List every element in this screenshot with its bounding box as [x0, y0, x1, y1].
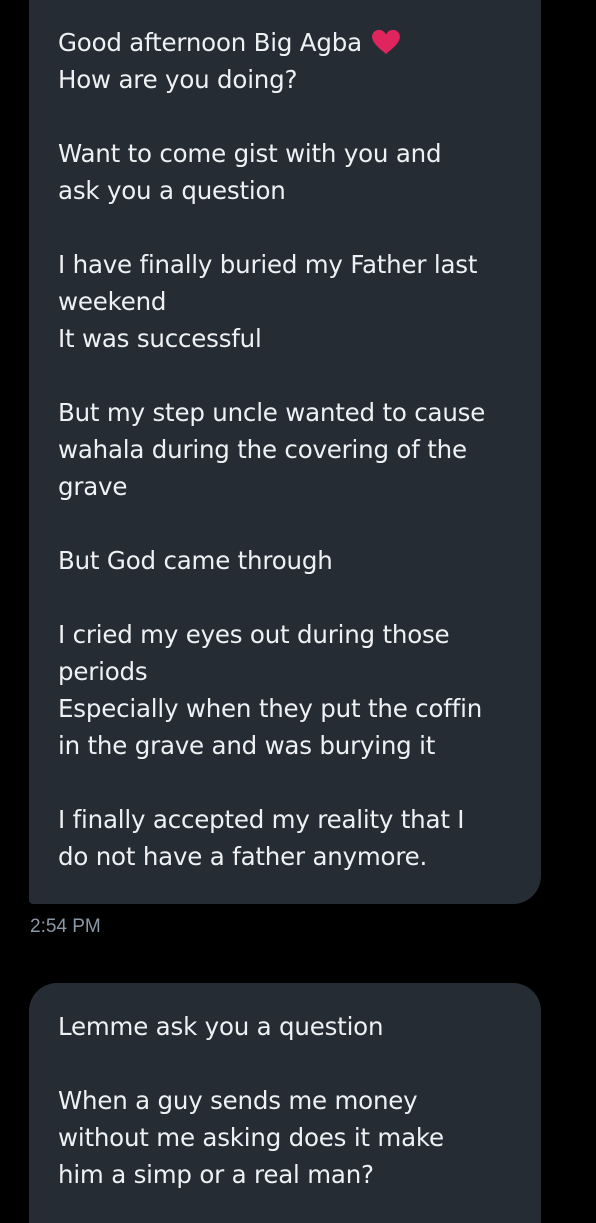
heart-icon [372, 29, 401, 55]
message-line [58, 505, 511, 542]
message-line: without me asking does it make [58, 1123, 444, 1152]
message-line: I cried my eyes out during those [58, 620, 450, 649]
message-line: grave [58, 472, 128, 501]
message-line: Lemme ask you a question [58, 1012, 384, 1041]
message-line: It was successful [58, 324, 262, 353]
message-line [58, 98, 511, 135]
message-line: wahala during the covering of the [58, 435, 467, 464]
message-line: Especially when they put the coffin [58, 694, 483, 723]
message-line: do not have a father anymore. [58, 842, 428, 871]
message-line [58, 209, 511, 246]
message-line: I have finally buried my Father last [58, 250, 478, 279]
message-line: ask you a question [58, 176, 286, 205]
message-line [58, 579, 511, 616]
message-line [58, 357, 511, 394]
message-line [58, 764, 511, 801]
message-line: I finally accepted my reality that I [58, 805, 465, 834]
message-line: him a simp or a real man? [58, 1160, 374, 1189]
message-line: Want to come gist with you and [58, 139, 442, 168]
message-line: Good afternoon Big Agba [58, 24, 511, 61]
message-bubble[interactable]: Good afternoon Big Agba How are you doin… [29, 0, 541, 904]
message-line: When a guy sends me money [58, 1086, 418, 1115]
message-line: But God came through [58, 546, 333, 575]
message-line: weekend [58, 287, 167, 316]
message-bubble[interactable]: Lemme ask you a question When a guy send… [29, 983, 541, 1223]
message-line: in the grave and was burying it [58, 731, 436, 760]
message-line: How are you doing? [58, 65, 298, 94]
message-line: periods [58, 657, 148, 686]
message-line [58, 1045, 511, 1082]
message-timestamp: 2:54 PM [30, 916, 101, 937]
message-line: But my step uncle wanted to cause [58, 398, 486, 427]
chat-thread: Good afternoon Big Agba How are you doin… [0, 0, 596, 1223]
